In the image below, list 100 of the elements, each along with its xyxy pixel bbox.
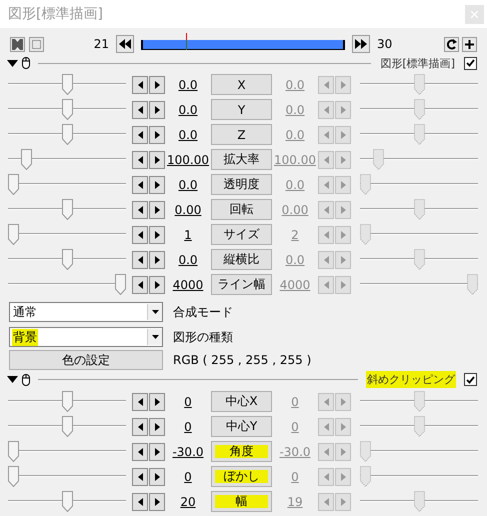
start-value[interactable]: 1 [165, 228, 211, 242]
slider-thumb[interactable] [115, 274, 126, 295]
slider-thumb[interactable] [360, 466, 371, 487]
decrement-button[interactable] [132, 276, 148, 294]
start-value[interactable]: 0 [165, 470, 211, 484]
slider-thumb[interactable] [414, 391, 424, 412]
slider-thumb[interactable] [414, 249, 424, 270]
decrement-button[interactable] [132, 226, 148, 244]
increment-button[interactable] [149, 418, 165, 436]
decrement-button[interactable] [132, 100, 148, 118]
enable-checkbox[interactable] [464, 373, 477, 386]
slider-thumb[interactable] [20, 149, 32, 170]
slider-thumb[interactable] [414, 124, 424, 145]
slider-thumb[interactable] [414, 491, 424, 512]
start-value[interactable]: 4000 [165, 278, 211, 292]
increment-button[interactable] [149, 76, 165, 94]
slider-thumb[interactable] [62, 99, 72, 120]
slider-thumb[interactable] [62, 416, 72, 437]
parameter-button[interactable]: 中心Y [211, 416, 272, 437]
parameter-button[interactable]: ライン幅 [211, 274, 272, 295]
slider-thumb[interactable] [62, 249, 72, 270]
jump-start-button[interactable] [116, 35, 134, 53]
parameter-button[interactable]: 拡大率 [211, 149, 272, 170]
slider-thumb[interactable] [414, 199, 424, 220]
current-frame-marker[interactable] [186, 33, 188, 50]
frame-toggle-button[interactable] [29, 36, 44, 52]
decrement-button[interactable] [132, 76, 148, 94]
enable-checkbox[interactable] [464, 56, 477, 70]
increment-button[interactable] [149, 100, 165, 118]
slider-thumb[interactable] [372, 149, 384, 170]
start-value[interactable]: 20 [165, 494, 211, 508]
slider-thumb[interactable] [8, 224, 19, 245]
decrement-button[interactable] [132, 418, 148, 436]
slider-thumb[interactable] [8, 441, 19, 462]
start-value[interactable]: 0.0 [165, 128, 211, 142]
slider-thumb[interactable] [414, 99, 424, 120]
start-value[interactable]: 0.0 [165, 102, 211, 116]
slider-thumb[interactable] [467, 274, 478, 295]
slider-thumb[interactable] [360, 441, 371, 462]
increment-button[interactable] [149, 200, 165, 218]
increment-button[interactable] [149, 392, 165, 410]
frame-range-bar[interactable] [141, 40, 345, 50]
decrement-button[interactable] [132, 200, 148, 218]
start-value[interactable]: 0.0 [165, 78, 211, 92]
parameter-button[interactable]: 透明度 [211, 174, 272, 195]
decrement-button[interactable] [132, 442, 148, 460]
parameter-button[interactable]: 中心X [211, 391, 272, 412]
slider-thumb[interactable] [62, 74, 72, 95]
start-value[interactable]: 0.0 [165, 178, 211, 192]
slider-thumb[interactable] [414, 416, 424, 437]
start-value[interactable]: 0.0 [165, 252, 211, 266]
collapse-triangle-icon[interactable] [7, 376, 18, 383]
parameter-button[interactable]: 回転 [211, 199, 272, 220]
increment-button[interactable] [149, 126, 165, 144]
decrement-button[interactable] [132, 150, 148, 168]
increment-button[interactable] [149, 226, 165, 244]
slider-thumb[interactable] [62, 124, 72, 145]
increment-button[interactable] [149, 276, 165, 294]
decrement-button[interactable] [132, 250, 148, 268]
parameter-button[interactable]: X [211, 74, 272, 95]
parameter-button[interactable]: 角度 [211, 441, 272, 462]
start-value[interactable]: 0 [165, 394, 211, 408]
increment-button[interactable] [149, 442, 165, 460]
dropdown[interactable]: 背景 [9, 327, 163, 347]
slider-thumb[interactable] [8, 466, 19, 487]
start-value[interactable]: 0 [165, 420, 211, 434]
slider-thumb[interactable] [62, 491, 72, 512]
start-value[interactable]: 100.00 [165, 152, 211, 166]
color-settings-button[interactable]: 色の設定 [9, 350, 163, 370]
add-button[interactable] [462, 36, 477, 52]
decrement-button[interactable] [132, 126, 148, 144]
start-value[interactable]: 0.00 [165, 202, 211, 216]
parameter-button[interactable]: Y [211, 99, 272, 120]
start-value[interactable]: -30.0 [165, 444, 211, 458]
parameter-button[interactable]: サイズ [211, 224, 272, 245]
refresh-button[interactable] [444, 36, 459, 52]
increment-button[interactable] [149, 492, 165, 510]
slider-thumb[interactable] [62, 391, 72, 412]
dropdown[interactable]: 通常 [9, 302, 163, 322]
slider-thumb[interactable] [360, 224, 371, 245]
increment-button[interactable] [149, 150, 165, 168]
decrement-button[interactable] [132, 176, 148, 194]
jump-end-button[interactable] [352, 35, 370, 53]
increment-button[interactable] [149, 250, 165, 268]
increment-button[interactable] [149, 176, 165, 194]
parameter-button[interactable]: 縦横比 [211, 249, 272, 270]
decrement-button[interactable] [132, 492, 148, 510]
increment-button[interactable] [149, 468, 165, 486]
parameter-button[interactable]: ぼかし [211, 466, 272, 487]
decrement-button[interactable] [132, 468, 148, 486]
camera-toggle-button[interactable] [10, 36, 25, 52]
slider-thumb[interactable] [8, 174, 19, 195]
slider-thumb[interactable] [414, 74, 424, 95]
slider-thumb[interactable] [360, 174, 371, 195]
decrement-button[interactable] [132, 392, 148, 410]
slider-thumb[interactable] [62, 199, 72, 220]
collapse-triangle-icon[interactable] [7, 60, 18, 66]
right-triangle-icon [154, 498, 160, 506]
parameter-button[interactable]: 幅 [211, 491, 272, 512]
parameter-button[interactable]: Z [211, 124, 272, 145]
